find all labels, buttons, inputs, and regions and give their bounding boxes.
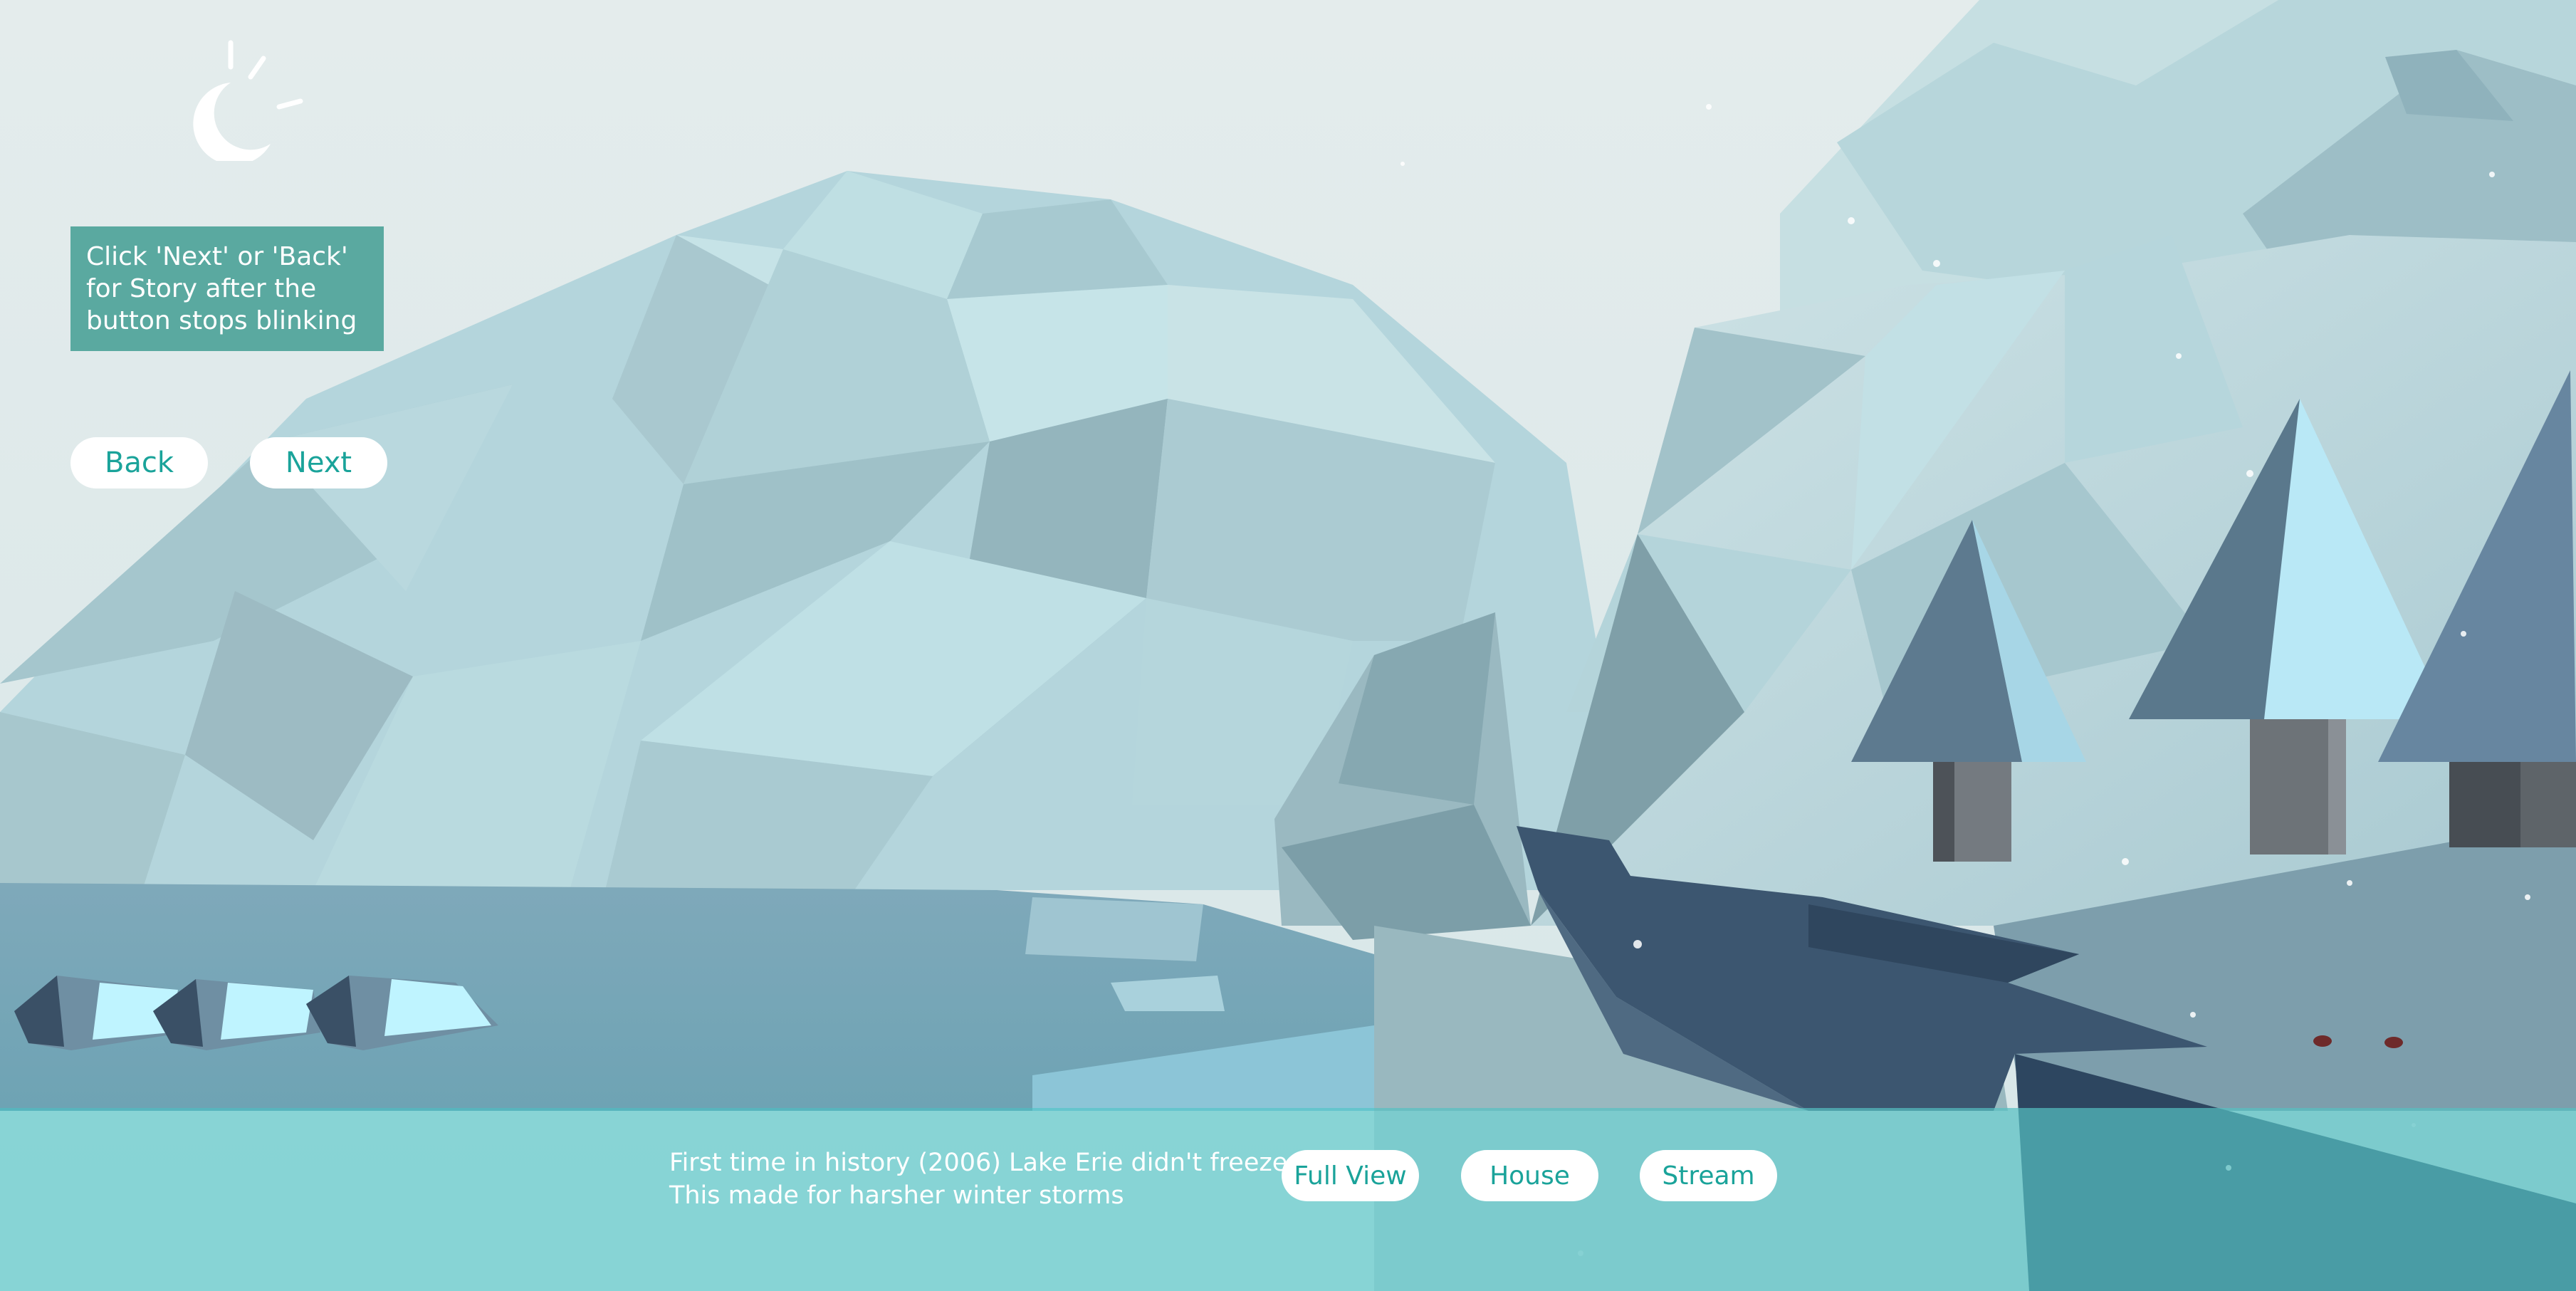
full-view-button-label: Full View: [1294, 1161, 1407, 1191]
back-button-label: Back: [104, 446, 174, 479]
back-button[interactable]: Back: [70, 437, 208, 488]
stream-button[interactable]: Stream: [1640, 1150, 1777, 1201]
instruction-box: Click 'Next' or 'Back' for Story after t…: [70, 226, 384, 351]
next-button[interactable]: Next: [250, 437, 387, 488]
caption-line-2: This made for harsher winter storms: [669, 1181, 1124, 1210]
caption-line-1: First time in history (2006) Lake Erie d…: [669, 1149, 1296, 1177]
full-view-button[interactable]: Full View: [1282, 1150, 1419, 1201]
stream-button-label: Stream: [1662, 1161, 1755, 1191]
house-button[interactable]: House: [1461, 1150, 1598, 1201]
winter-landscape-scene: [0, 0, 2576, 1291]
instruction-text: Click 'Next' or 'Back' for Story after t…: [86, 242, 357, 335]
house-button-label: House: [1489, 1161, 1570, 1191]
story-caption: First time in history (2006) Lake Erie d…: [669, 1146, 1296, 1212]
bottom-bar: [0, 1108, 2576, 1291]
moon-sun-icon: [193, 40, 303, 161]
next-button-label: Next: [285, 446, 352, 479]
